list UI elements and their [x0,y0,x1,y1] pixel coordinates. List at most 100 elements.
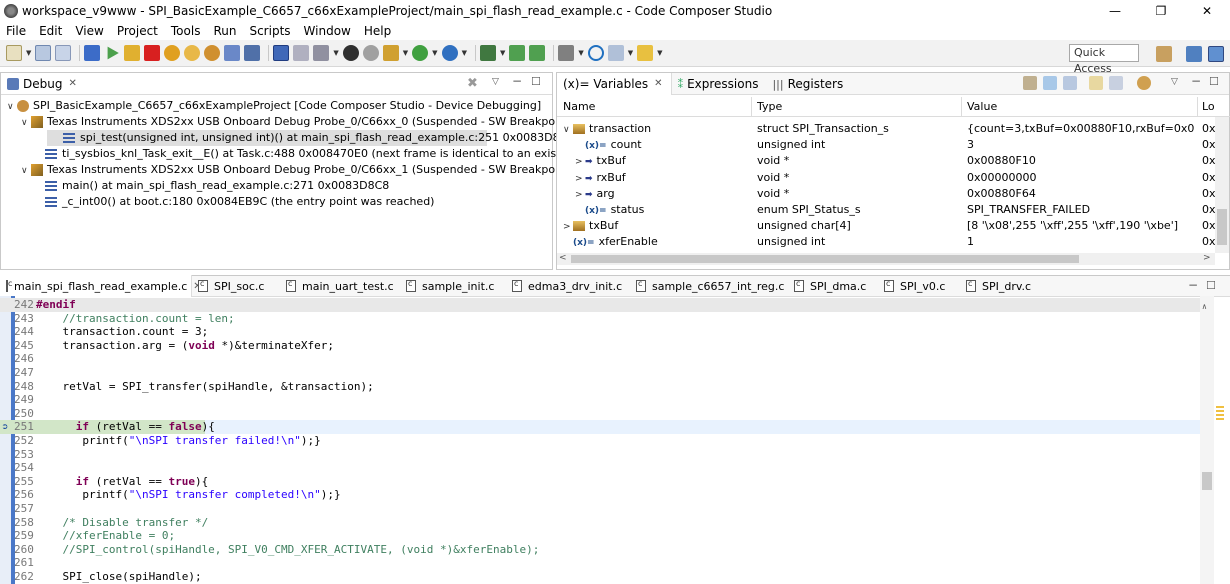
scroll-thumb[interactable] [571,255,1079,263]
terminate-icon[interactable] [144,45,161,61]
step-back-icon[interactable] [529,45,546,61]
code-line[interactable]: 259 //xferEnable = 0; [0,529,1200,543]
new-dropdown-icon[interactable]: ▼ [26,49,31,57]
hammer-icon[interactable] [558,45,575,61]
breakpoint-icon[interactable] [342,45,359,61]
code-line[interactable]: 255 if (retVal == true){ [0,475,1200,489]
code-line[interactable]: 254 [0,461,1200,475]
tab-registers[interactable]: ||| Registers [766,73,851,95]
step-forward-icon[interactable] [509,45,526,61]
debug-tree-item[interactable]: ∨ Texas Instruments XDS2xx USB Onboard De… [1,162,574,179]
debug-settings-icon[interactable] [479,45,496,61]
code-line[interactable]: 252 printf("\nSPI transfer failed!\n");} [0,434,1200,448]
debug-tree-item[interactable]: ti_sysbios_knl_Task_exit__E() at Task.c:… [1,146,618,162]
table-row[interactable]: > ➡ txBuf void * 0x00880F10 0x [557,153,1216,169]
maximize-editor-icon[interactable]: ☐ [1206,279,1216,292]
menu-run[interactable]: Run [213,24,236,38]
select-all-icon[interactable] [1043,76,1057,90]
col-value[interactable]: Value [967,99,997,115]
expand-chevron-icon[interactable]: > [575,187,585,202]
suspend-icon[interactable] [124,45,141,61]
table-row[interactable]: ∨ transaction struct SPI_Transaction_s {cou… [557,121,1216,137]
expand-chevron-icon[interactable]: ∨ [21,163,31,179]
menu-view[interactable]: View [75,24,103,38]
expand-chevron-icon[interactable]: > [575,171,585,186]
debug-tree-item[interactable]: _c_int00() at boot.c:180 0x0084EB9C (the… [1,194,552,210]
tab-spi-v0[interactable]: SPI_v0.c [878,275,951,297]
code-line[interactable]: 253 [0,448,1200,462]
horizontal-scrollbar[interactable]: < > [557,253,1215,265]
show-type-icon[interactable] [1023,76,1037,90]
code-line[interactable]: 246 [0,352,1200,366]
step-return-icon[interactable] [204,45,221,61]
expand-chevron-icon[interactable]: ∨ [21,115,31,131]
scroll-thumb[interactable] [1202,472,1212,490]
code-line[interactable]: 262 SPI_close(spiHandle); [0,570,1200,584]
maximize-view-icon[interactable]: ☐ [531,75,541,88]
collapse-all-icon[interactable] [1063,76,1077,90]
tab-spi-soc[interactable]: SPI_soc.c [192,275,270,297]
debug-tree-item[interactable]: main() at main_spi_flash_read_example.c:… [1,178,552,194]
reset-icon[interactable] [244,45,261,61]
debug-tree-item[interactable]: ∨ SPI_BasicExample_C6657_c66xExampleProje… [1,98,552,114]
debug-perspective-icon[interactable] [1186,46,1202,62]
minimize-editor-icon[interactable]: − [1188,278,1198,292]
code-line[interactable]: 260 //SPI_control(spiHandle, SPI_V0_CMD_… [0,543,1200,557]
code-line[interactable]: 245 transaction.arg = (void *)&terminate… [0,339,1200,353]
table-row[interactable]: (x)= status enum SPI_Status_s SPI_TRANSFER_… [557,202,1216,218]
menu-project[interactable]: Project [117,24,158,38]
maximize-button[interactable]: ❐ [1138,0,1184,22]
step-into-icon[interactable] [164,45,181,61]
new-icon[interactable] [6,45,22,61]
col-name[interactable]: Name [563,99,595,115]
code-editor[interactable]: 242 #endif 243 //transaction.count = len; 2… [0,296,1230,584]
maximize-view-icon[interactable]: ☐ [1209,75,1219,88]
save-icon[interactable] [35,45,52,61]
menu-tools[interactable]: Tools [171,24,201,38]
tab-sample-init[interactable]: sample_init.c [400,275,500,297]
expand-chevron-icon[interactable]: ∨ [7,99,17,115]
code-line[interactable]: 250 [0,407,1200,421]
code-line[interactable]: 244 transaction.count = 3; [0,325,1200,339]
menu-edit[interactable]: Edit [39,24,62,38]
view-menu-icon[interactable]: ▽ [492,77,499,87]
code-line[interactable]: 242 #endif [0,298,1200,312]
minimize-view-icon[interactable]: − [512,74,522,88]
close-icon[interactable]: ✕ [654,78,662,89]
table-row[interactable]: (x)= xferEnable unsigned int 1 0x [557,234,1216,250]
tools-icon[interactable] [382,45,399,61]
skip-breakpoints-icon[interactable] [362,45,379,61]
menu-help[interactable]: Help [364,24,391,38]
col-type[interactable]: Type [757,99,782,115]
assembly-step-icon[interactable] [224,45,241,61]
expand-chevron-icon[interactable]: > [563,219,573,234]
minimize-button[interactable]: — [1092,0,1138,22]
expand-chevron-icon[interactable]: > [575,154,585,169]
resume-icon[interactable] [107,46,119,60]
table-row[interactable]: > ➡ rxBuf void * 0x00000000 0x [557,170,1216,186]
tab-main-uart-test[interactable]: main_uart_test.c [280,275,400,297]
tab-edma3-drv-init[interactable]: edma3_drv_init.c [506,275,628,297]
code-line[interactable]: 248 retVal = SPI_transfer(spiHandle, &tr… [0,380,1200,394]
table-row[interactable]: > ➡ arg void * 0x00880F64 0x [557,186,1216,202]
menu-window[interactable]: Window [304,24,351,38]
run-icon[interactable] [412,45,429,61]
code-line[interactable]: 249 [0,393,1200,407]
tab-sample-c6657-int-reg[interactable]: sample_c6657_int_reg.c [630,275,790,297]
tab-main-spi-flash-read-example[interactable]: main_spi_flash_read_example.c ✕ [0,275,202,297]
load-program-icon[interactable] [313,45,330,61]
quick-access-field[interactable]: Quick Access [1069,44,1139,75]
export-icon[interactable] [1109,76,1123,90]
table-row[interactable]: (x)= count unsigned int 3 0x [557,137,1216,153]
editor-vertical-scrollbar[interactable]: ∧ [1200,296,1214,584]
open-file-icon[interactable] [607,45,624,61]
menu-scripts[interactable]: Scripts [249,24,290,38]
external-tools-icon[interactable] [441,45,458,61]
menu-file[interactable]: File [6,24,26,38]
code-line[interactable]: 258 /* Disable transfer */ [0,516,1200,530]
code-line[interactable]: 261 [0,556,1200,570]
tab-spi-drv[interactable]: SPI_drv.c [960,275,1037,297]
minimize-view-icon[interactable]: − [1191,74,1201,88]
code-line[interactable]: 243 //transaction.count = len; [0,312,1200,326]
step-over-icon[interactable] [184,45,201,61]
